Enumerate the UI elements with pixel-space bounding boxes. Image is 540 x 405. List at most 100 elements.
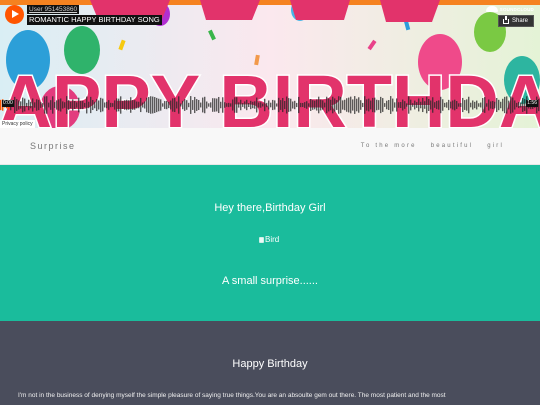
waveform-bar <box>274 100 276 110</box>
waveform-bar <box>476 100 478 110</box>
waveform-bar <box>384 103 386 107</box>
privacy-policy-link[interactable]: Privacy policy <box>0 120 35 128</box>
track-title[interactable]: ROMANTIC HAPPY BIRTHDAY SONG <box>27 15 162 25</box>
waveform-bar <box>324 102 326 108</box>
waveform-bar <box>352 99 354 111</box>
track-user-link[interactable]: User 951453860 <box>27 5 80 14</box>
waveform-bar <box>30 101 32 109</box>
waveform-bar <box>278 97 280 113</box>
waveform-bar <box>368 98 370 112</box>
waveform-bar <box>26 102 28 108</box>
cloud-icon <box>485 6 498 12</box>
waveform-bar <box>224 102 226 108</box>
waveform-bar <box>122 101 124 109</box>
waveform-bar <box>292 101 294 109</box>
waveform-bar <box>48 102 50 108</box>
waveform-bar <box>32 98 34 112</box>
waveform-bar <box>506 96 508 114</box>
waveform-bar <box>340 96 342 114</box>
waveform-bar <box>412 103 414 107</box>
waveform-bar <box>282 97 284 113</box>
waveform-bar <box>182 100 184 110</box>
waveform-bar <box>378 100 380 110</box>
waveform-bar <box>300 102 302 108</box>
waveform-bar <box>166 100 168 110</box>
waveform[interactable] <box>0 94 540 116</box>
waveform-bar <box>266 102 268 108</box>
waveform-bar <box>428 99 430 111</box>
waveform-bar <box>372 97 374 113</box>
soundcloud-logo[interactable]: SOUNDCLOUD <box>485 6 534 12</box>
waveform-bar <box>394 102 396 108</box>
waveform-bar <box>348 97 350 113</box>
waveform-bar <box>260 102 262 108</box>
navbar: Surprise To the more beautiful girl <box>0 128 540 165</box>
share-button[interactable]: Share <box>497 15 534 27</box>
waveform-bar <box>246 99 248 111</box>
waveform-bar <box>392 98 394 112</box>
waveform-bar <box>470 102 472 108</box>
waveform-bar <box>424 101 426 109</box>
waveform-bar <box>184 99 186 111</box>
share-icon <box>502 15 509 24</box>
waveform-bar <box>296 102 298 108</box>
waveform-bar <box>264 98 266 112</box>
waveform-bar <box>190 96 192 114</box>
waveform-bar <box>360 100 362 110</box>
waveform-bar <box>64 102 66 108</box>
soundcloud-logo-text: SOUNDCLOUD <box>499 6 534 12</box>
waveform-bar <box>310 98 312 112</box>
waveform-bar <box>222 97 224 113</box>
waveform-bar <box>140 97 142 113</box>
waveform-bar <box>148 97 150 113</box>
waveform-bar <box>116 98 118 112</box>
waveform-bar <box>480 102 482 108</box>
waveform-bar <box>504 96 506 114</box>
waveform-bar <box>416 102 418 108</box>
waveform-bar <box>204 96 206 114</box>
waveform-bar <box>344 99 346 111</box>
hero-heading: Hey there,Birthday Girl <box>214 202 326 214</box>
waveform-bar <box>250 100 252 110</box>
waveform-bar <box>84 102 86 108</box>
waveform-bar <box>516 102 518 108</box>
waveform-bar <box>256 97 258 113</box>
waveform-bar <box>522 98 524 112</box>
waveform-bar <box>158 98 160 112</box>
waveform-bar <box>94 101 96 109</box>
waveform-bar <box>454 99 456 111</box>
waveform-bar <box>144 101 146 109</box>
waveform-bar <box>466 99 468 111</box>
waveform-bar <box>168 101 170 109</box>
waveform-bar <box>86 96 88 114</box>
waveform-bar <box>216 98 218 112</box>
waveform-bar <box>20 101 22 109</box>
waveform-bar <box>374 97 376 113</box>
waveform-bar <box>42 103 44 107</box>
waveform-bar <box>318 96 320 114</box>
navbar-brand[interactable]: Surprise <box>30 128 76 165</box>
waveform-bar <box>154 97 156 113</box>
waveform-bar <box>180 103 182 107</box>
waveform-bar <box>206 101 208 109</box>
waveform-bar <box>110 102 112 108</box>
waveform-bar <box>500 101 502 109</box>
waveform-bar <box>440 96 442 114</box>
waveform-bar <box>34 102 36 108</box>
waveform-bar <box>334 98 336 112</box>
birthday-section: Happy Birthday I'm not in the business o… <box>0 321 540 405</box>
nav-link-girl[interactable]: girl <box>487 128 504 165</box>
waveform-bar <box>380 96 382 114</box>
soundcloud-player[interactable]: HAPPY BIRTHDAY User 951453860 ROMANTIC H… <box>0 0 540 128</box>
waveform-bar <box>100 97 102 113</box>
waveform-bar <box>512 97 514 113</box>
waveform-bar <box>460 103 462 107</box>
nav-link-to-the-more[interactable]: To the more <box>361 128 417 165</box>
waveform-bar <box>18 100 20 110</box>
nav-link-beautiful[interactable]: beautiful <box>431 128 474 165</box>
waveform-bar <box>66 96 68 114</box>
play-button[interactable] <box>5 5 24 24</box>
waveform-bar <box>132 100 134 110</box>
waveform-bar <box>232 99 234 111</box>
waveform-bar <box>198 99 200 111</box>
